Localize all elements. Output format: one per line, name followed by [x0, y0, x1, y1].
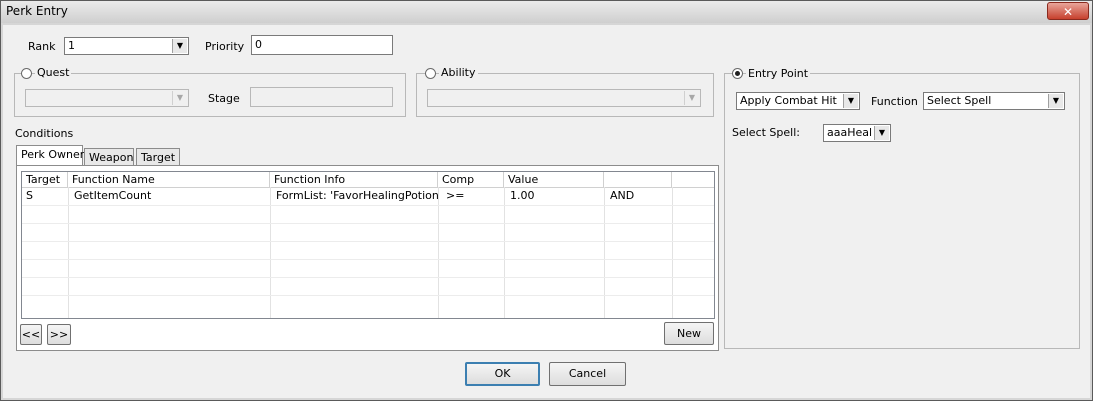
table-row[interactable]: S GetItemCount FormList: 'FavorHealingPo… — [22, 187, 714, 205]
chevron-down-icon: ▼ — [684, 91, 699, 105]
cell-target: S — [26, 189, 33, 202]
entry-point-group — [724, 73, 1080, 349]
ok-button[interactable]: OK — [465, 362, 540, 386]
prev-condition-button[interactable]: << — [20, 324, 42, 345]
quest-label: Quest — [35, 66, 72, 79]
column-header-function-name[interactable]: Function Name — [68, 172, 270, 187]
tab-target[interactable]: Target — [136, 148, 180, 166]
cancel-button[interactable]: Cancel — [549, 362, 626, 386]
column-divider — [68, 187, 69, 318]
row-divider — [22, 205, 714, 206]
function-value: Select Spell — [927, 94, 992, 107]
new-condition-button[interactable]: New — [664, 322, 714, 345]
tab-perk-owner[interactable]: Perk Owner — [16, 145, 84, 166]
row-divider — [22, 259, 714, 260]
rank-label: Rank — [28, 40, 56, 53]
tab-weapon[interactable]: Weapon — [84, 148, 134, 166]
rank-select[interactable]: 1 ▼ — [64, 37, 189, 55]
select-spell-value: aaaHealA — [827, 126, 872, 139]
column-divider — [270, 187, 271, 318]
cell-function-info: FormList: 'FavorHealingPotions' — [276, 189, 438, 202]
cell-function-name: GetItemCount — [74, 189, 152, 202]
close-button[interactable]: ✕ — [1047, 2, 1089, 20]
entry-point-radio[interactable] — [732, 68, 743, 79]
close-icon: ✕ — [1062, 5, 1074, 19]
priority-input[interactable]: 0 — [251, 35, 393, 55]
row-divider — [22, 277, 714, 278]
ability-radio[interactable] — [425, 68, 436, 79]
row-divider — [22, 295, 714, 296]
row-divider — [22, 241, 714, 242]
entry-point-label: Entry Point — [746, 67, 811, 80]
column-header-function-info[interactable]: Function Info — [270, 172, 438, 187]
priority-label: Priority — [205, 40, 245, 53]
row-divider — [22, 223, 714, 224]
chevron-down-icon: ▼ — [172, 91, 187, 105]
cell-comp: >= — [446, 189, 465, 202]
table-header: Target Function Name Function Info Comp … — [22, 172, 714, 188]
entry-point-select[interactable]: Apply Combat Hit Spe ▼ — [736, 92, 860, 110]
cell-operator: AND — [610, 189, 635, 202]
ability-label: Ability — [439, 66, 478, 79]
title-bar: Perk Entry ✕ — [1, 1, 1092, 23]
dialog-client-area: Rank 1 ▼ Priority 0 Quest ▼ Stage Abilit… — [3, 25, 1090, 398]
perk-entry-window: Perk Entry ✕ Rank 1 ▼ Priority 0 Quest ▼… — [0, 0, 1093, 401]
column-divider — [504, 187, 505, 318]
chevron-down-icon: ▼ — [172, 39, 187, 53]
function-label: Function — [871, 95, 918, 108]
function-select[interactable]: Select Spell ▼ — [923, 92, 1065, 110]
ability-select[interactable]: ▼ — [427, 89, 701, 107]
window-title: Perk Entry — [6, 4, 68, 18]
column-divider — [604, 187, 605, 318]
entry-point-value: Apply Combat Hit Spe — [740, 94, 841, 107]
column-divider — [438, 187, 439, 318]
chevron-down-icon: ▼ — [874, 126, 889, 140]
column-header-value[interactable]: Value — [504, 172, 604, 187]
column-divider — [672, 187, 673, 318]
conditions-label: Conditions — [15, 127, 74, 140]
rank-value: 1 — [68, 39, 75, 52]
conditions-tab-panel: Target Function Name Function Info Comp … — [16, 165, 719, 351]
stage-input[interactable] — [250, 87, 393, 107]
chevron-down-icon: ▼ — [843, 94, 858, 108]
column-header-target[interactable]: Target — [22, 172, 68, 187]
column-header-operator[interactable] — [604, 172, 672, 187]
column-header-filler — [672, 172, 714, 187]
select-spell-label: Select Spell: — [732, 126, 800, 139]
chevron-down-icon: ▼ — [1048, 94, 1063, 108]
quest-radio[interactable] — [21, 68, 32, 79]
quest-select[interactable]: ▼ — [25, 89, 189, 107]
cell-value: 1.00 — [510, 189, 535, 202]
select-spell-select[interactable]: aaaHealA ▼ — [823, 124, 891, 142]
stage-label: Stage — [208, 92, 240, 105]
next-condition-button[interactable]: >> — [47, 324, 71, 345]
conditions-table[interactable]: Target Function Name Function Info Comp … — [21, 171, 715, 319]
column-header-comp[interactable]: Comp — [438, 172, 504, 187]
